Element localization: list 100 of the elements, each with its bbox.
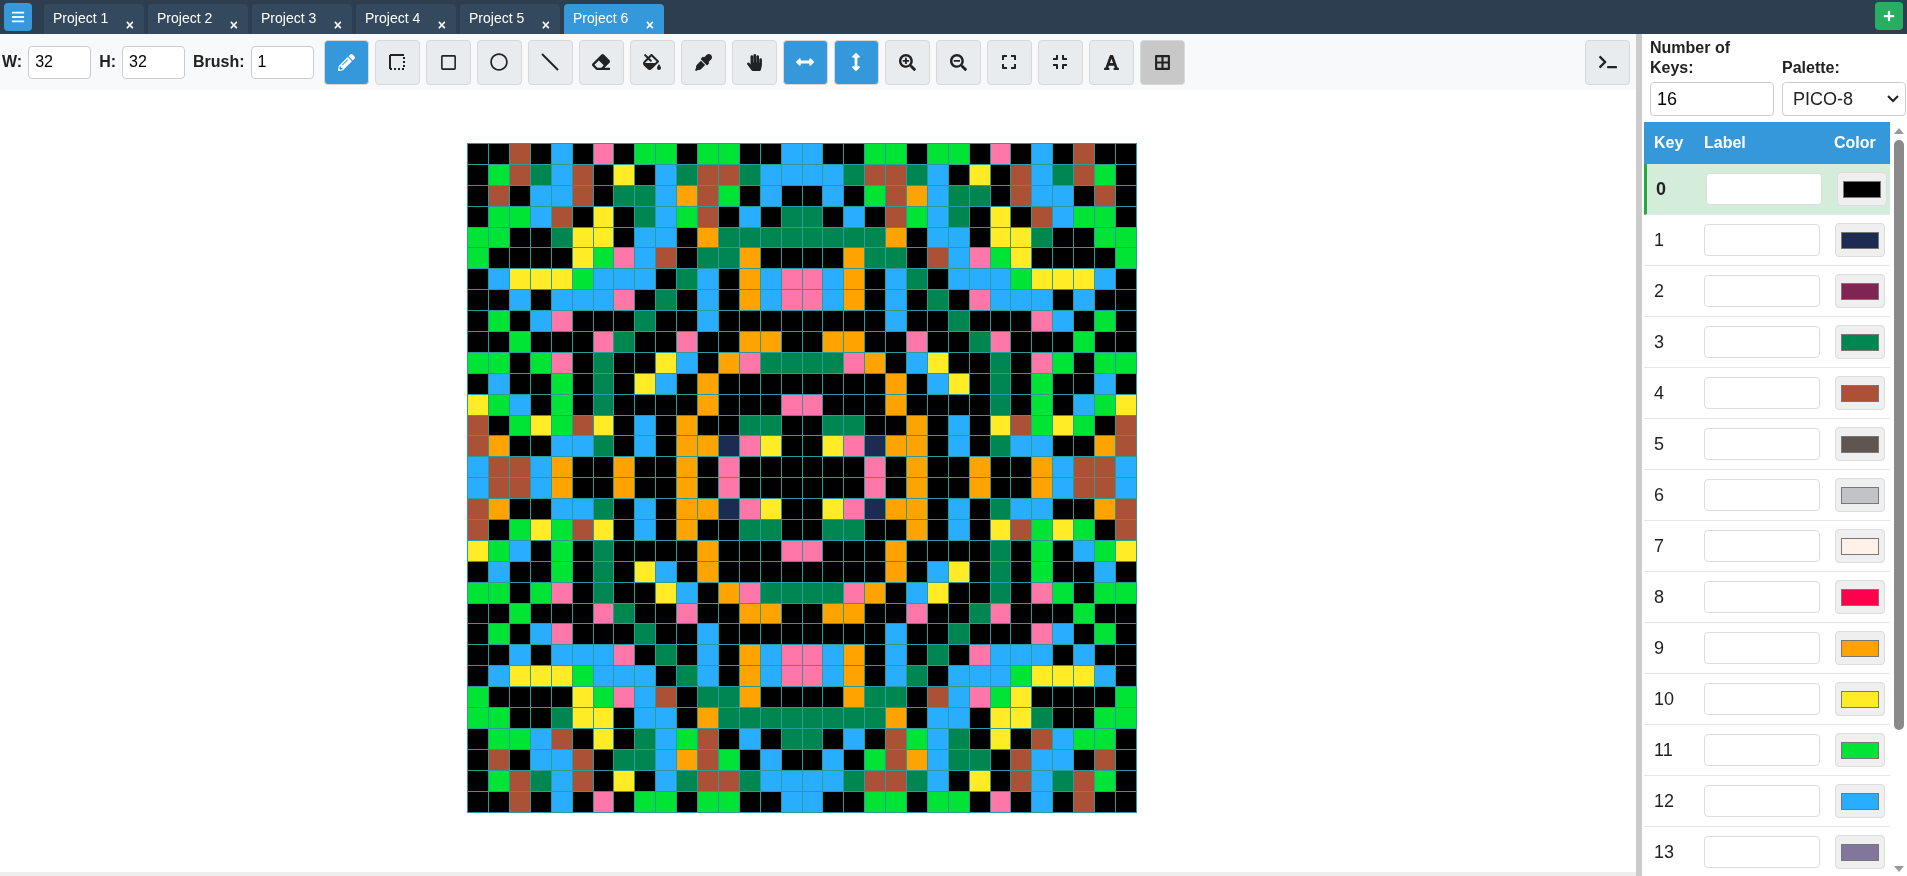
label-field[interactable] bbox=[1704, 683, 1820, 715]
label-field[interactable] bbox=[1704, 479, 1820, 511]
label-field[interactable] bbox=[1704, 224, 1820, 256]
tool-button[interactable] bbox=[731, 39, 777, 85]
menu-icon bbox=[11, 10, 25, 24]
key-number: 3 bbox=[1654, 331, 1665, 353]
selection-icon bbox=[388, 53, 407, 71]
chevron-icon bbox=[1887, 95, 1899, 103]
scroll-up-icon[interactable] bbox=[1892, 126, 1905, 136]
font-icon bbox=[1102, 53, 1120, 71]
tool-button[interactable] bbox=[1139, 39, 1185, 85]
tool-button[interactable] bbox=[578, 39, 624, 85]
tool-button[interactable] bbox=[527, 39, 573, 85]
zoom-out-icon bbox=[949, 53, 967, 71]
color-picker[interactable] bbox=[1835, 274, 1885, 308]
key-number: 11 bbox=[1654, 739, 1674, 761]
label-field[interactable] bbox=[1704, 785, 1820, 817]
compress-icon bbox=[1052, 54, 1069, 70]
key-number: 10 bbox=[1654, 688, 1676, 710]
field-label: W: bbox=[2, 53, 23, 71]
tool-button[interactable] bbox=[476, 39, 522, 85]
tool-button[interactable] bbox=[680, 39, 726, 85]
hand-icon bbox=[745, 53, 763, 71]
expand-icon bbox=[1001, 54, 1018, 70]
tab-close[interactable]: × bbox=[333, 17, 342, 33]
tab-close[interactable]: × bbox=[125, 17, 134, 33]
key-number: 13 bbox=[1654, 841, 1676, 863]
color-picker[interactable] bbox=[1837, 172, 1887, 206]
label-field[interactable] bbox=[1704, 428, 1820, 460]
color-picker[interactable] bbox=[1835, 478, 1885, 512]
color-picker[interactable] bbox=[1835, 835, 1885, 869]
grid-icon bbox=[1153, 53, 1171, 71]
key-row[interactable]: 0 bbox=[1644, 164, 1890, 215]
number-field[interactable]: 32 bbox=[122, 45, 186, 79]
color-picker[interactable] bbox=[1835, 427, 1885, 461]
column-header: Label bbox=[1704, 134, 1747, 152]
label-field[interactable] bbox=[1704, 326, 1820, 358]
eyedropper-icon bbox=[694, 53, 712, 71]
color-picker[interactable] bbox=[1835, 325, 1885, 359]
field-label: Brush: bbox=[193, 53, 245, 71]
pixel-art-drawing[interactable] bbox=[467, 143, 1137, 813]
paint-bucket-icon bbox=[643, 53, 662, 71]
line-icon bbox=[540, 52, 561, 72]
tool-button[interactable] bbox=[1088, 39, 1134, 85]
color-picker[interactable] bbox=[1835, 733, 1885, 767]
console-button[interactable] bbox=[1585, 39, 1630, 85]
key-number: 0 bbox=[1656, 178, 1667, 200]
key-number: 4 bbox=[1654, 382, 1665, 404]
key-number: 12 bbox=[1654, 790, 1676, 812]
label-field[interactable] bbox=[1704, 632, 1820, 664]
color-picker[interactable] bbox=[1835, 784, 1885, 818]
column-header: Key bbox=[1654, 134, 1685, 152]
scroll-down-icon[interactable] bbox=[1892, 864, 1905, 874]
number-field[interactable]: 32 bbox=[28, 45, 92, 79]
tool-button[interactable] bbox=[374, 39, 420, 85]
tool-button[interactable] bbox=[425, 39, 471, 85]
field-label: Number of Keys: bbox=[1650, 38, 1731, 78]
project-tab[interactable]: Project 1 × bbox=[44, 4, 144, 34]
color-picker[interactable] bbox=[1835, 529, 1885, 563]
field-label: Palette: bbox=[1782, 58, 1841, 78]
tab-close[interactable]: × bbox=[437, 17, 446, 33]
color-picker[interactable] bbox=[1835, 580, 1885, 614]
project-tab[interactable]: Project 4 × bbox=[356, 4, 456, 34]
label-field[interactable] bbox=[1704, 581, 1820, 613]
color-picker[interactable] bbox=[1835, 376, 1885, 410]
project-tab[interactable]: Project 3 × bbox=[252, 4, 352, 34]
key-number: 9 bbox=[1654, 637, 1665, 659]
number-field[interactable]: 1 bbox=[250, 45, 314, 79]
label-field[interactable] bbox=[1704, 734, 1820, 766]
key-number: 8 bbox=[1654, 586, 1665, 608]
color-picker[interactable] bbox=[1835, 682, 1885, 716]
tab-close[interactable]: × bbox=[229, 17, 238, 33]
field-label: H: bbox=[99, 53, 117, 71]
label-field[interactable] bbox=[1704, 530, 1820, 562]
project-tab[interactable]: Project 2 × bbox=[148, 4, 248, 34]
add-tab-button[interactable] bbox=[1875, 2, 1903, 30]
tool-button[interactable] bbox=[935, 39, 981, 85]
label-field[interactable] bbox=[1704, 377, 1820, 409]
keys-count-field[interactable]: 16 bbox=[1650, 82, 1774, 116]
label-field[interactable] bbox=[1704, 275, 1820, 307]
terminal-icon bbox=[1598, 53, 1617, 71]
palette-select[interactable]: PICO-8 bbox=[1782, 82, 1906, 116]
tool-button[interactable] bbox=[986, 39, 1032, 85]
tool-button[interactable] bbox=[629, 39, 675, 85]
eraser-icon bbox=[592, 53, 611, 71]
color-picker[interactable] bbox=[1835, 223, 1885, 257]
tab-close[interactable]: × bbox=[541, 17, 550, 33]
tool-button[interactable] bbox=[884, 39, 930, 85]
menu-button[interactable] bbox=[4, 3, 32, 31]
key-number: 1 bbox=[1654, 229, 1665, 251]
label-field[interactable] bbox=[1706, 173, 1822, 205]
key-number: 6 bbox=[1654, 484, 1665, 506]
tool-button[interactable] bbox=[1037, 39, 1083, 85]
key-number: 5 bbox=[1654, 433, 1665, 455]
column-header: Color bbox=[1834, 134, 1877, 152]
label-field[interactable] bbox=[1704, 836, 1820, 868]
pencil-icon bbox=[337, 53, 355, 71]
color-picker[interactable] bbox=[1835, 631, 1885, 665]
project-tab[interactable]: Project 5 × bbox=[460, 4, 560, 34]
zoom-in-icon bbox=[898, 53, 916, 71]
